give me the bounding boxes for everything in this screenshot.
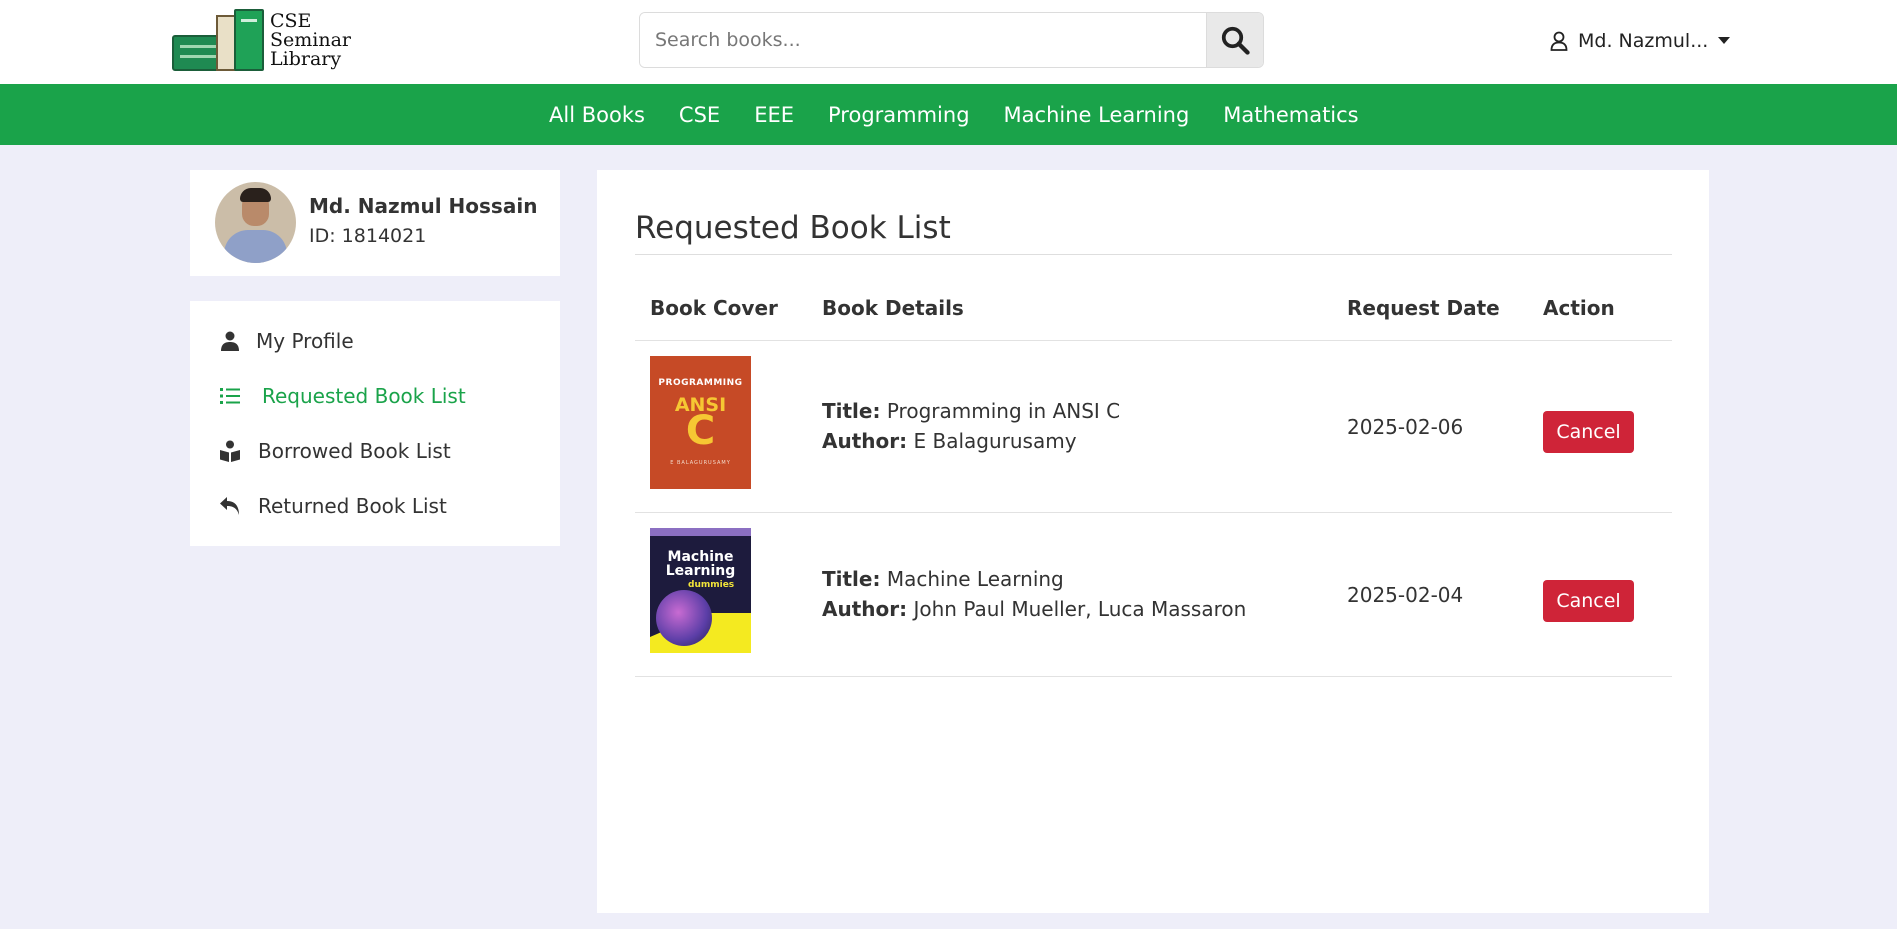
book-title: Programming in ANSI C (886, 399, 1121, 423)
profile-name: Md. Nazmul Hossain (309, 194, 538, 218)
cover-text: E BALAGURUSAMY (670, 460, 731, 466)
book-details: Title: Programming in ANSI C Author: E B… (822, 396, 1120, 456)
cover-text: PROGRAMMING (658, 378, 743, 388)
list-icon (218, 384, 242, 408)
category-nav: All Books CSE EEE Programming Machine Le… (0, 84, 1897, 145)
column-header-request-date: Request Date (1347, 296, 1500, 320)
cover-text: dummies (688, 580, 735, 590)
sidebar-item-label: Returned Book List (258, 494, 447, 518)
nav-machine-learning[interactable]: Machine Learning (987, 103, 1207, 127)
page-title: Requested Book List (635, 210, 951, 246)
sidebar-item-label: My Profile (256, 329, 354, 353)
sidebar-item-requested-book-list[interactable]: Requested Book List (218, 381, 466, 411)
row-divider (635, 676, 1672, 677)
author-label: Author: (822, 597, 908, 621)
avatar (215, 182, 296, 263)
sidebar-item-returned-book-list[interactable]: Returned Book List (218, 491, 447, 521)
book-cover-image[interactable]: Machine Learning dummies (650, 528, 751, 653)
column-header-book-details: Book Details (822, 296, 964, 320)
top-header: CSE Seminar Library Md. Nazmul... (0, 0, 1897, 84)
sidebar-item-label: Requested Book List (262, 384, 466, 408)
row-divider (635, 512, 1672, 513)
search-input[interactable] (640, 13, 1207, 67)
title-divider (635, 254, 1672, 255)
profile-id: ID: 1814021 (309, 225, 427, 247)
sidebar-item-borrowed-book-list[interactable]: Borrowed Book List (218, 436, 451, 466)
nav-all-books[interactable]: All Books (532, 103, 662, 127)
books-logo-icon (172, 9, 266, 71)
book-author: John Paul Mueller, Luca Massaron (913, 597, 1247, 621)
book-cover-image[interactable]: PROGRAMMING ANSI C E BALAGURUSAMY (650, 356, 751, 489)
title-label: Title: (822, 567, 881, 591)
search-icon (1221, 26, 1250, 55)
nav-eee[interactable]: EEE (737, 103, 811, 127)
sidebar-item-my-profile[interactable]: My Profile (218, 326, 354, 356)
logo-line-1: CSE (270, 9, 312, 32)
library-logo[interactable]: CSE Seminar Library (172, 8, 354, 72)
search-button[interactable] (1206, 13, 1263, 67)
caret-down-icon (1718, 37, 1731, 44)
reply-icon (218, 494, 242, 518)
logo-text: CSE Seminar Library (270, 9, 352, 70)
sidebar-menu: My Profile Requested Book List Borrowed … (190, 301, 560, 546)
main-panel: Requested Book List Book Cover Book Deta… (597, 170, 1709, 913)
logo-line-3: Library (270, 47, 342, 70)
book-reader-icon (218, 439, 242, 463)
nav-mathematics[interactable]: Mathematics (1206, 103, 1375, 127)
request-date: 2025-02-04 (1347, 583, 1464, 607)
cover-text: Learning (665, 563, 736, 579)
book-details: Title: Machine Learning Author: John Pau… (822, 564, 1246, 624)
nav-programming[interactable]: Programming (811, 103, 987, 127)
nav-cse[interactable]: CSE (662, 103, 737, 127)
request-date: 2025-02-06 (1347, 415, 1464, 439)
book-title: Machine Learning (886, 567, 1064, 591)
user-icon (218, 329, 242, 353)
sidebar-item-label: Borrowed Book List (258, 439, 451, 463)
author-label: Author: (822, 429, 908, 453)
title-label: Title: (822, 399, 881, 423)
search-bar (639, 12, 1264, 68)
user-icon (1550, 31, 1568, 51)
logo-line-2: Seminar (270, 28, 352, 51)
user-menu-toggle[interactable]: Md. Nazmul... (1550, 26, 1731, 56)
user-name-label: Md. Nazmul... (1578, 30, 1709, 52)
book-author: E Balagurusamy (913, 429, 1077, 453)
column-header-book-cover: Book Cover (650, 296, 778, 320)
profile-card: Md. Nazmul Hossain ID: 1814021 (190, 170, 560, 276)
header-divider (635, 340, 1672, 341)
cover-text: C (685, 408, 716, 454)
column-header-action: Action (1543, 296, 1615, 320)
cancel-request-button[interactable]: Cancel (1543, 580, 1634, 622)
cancel-request-button[interactable]: Cancel (1543, 411, 1634, 453)
